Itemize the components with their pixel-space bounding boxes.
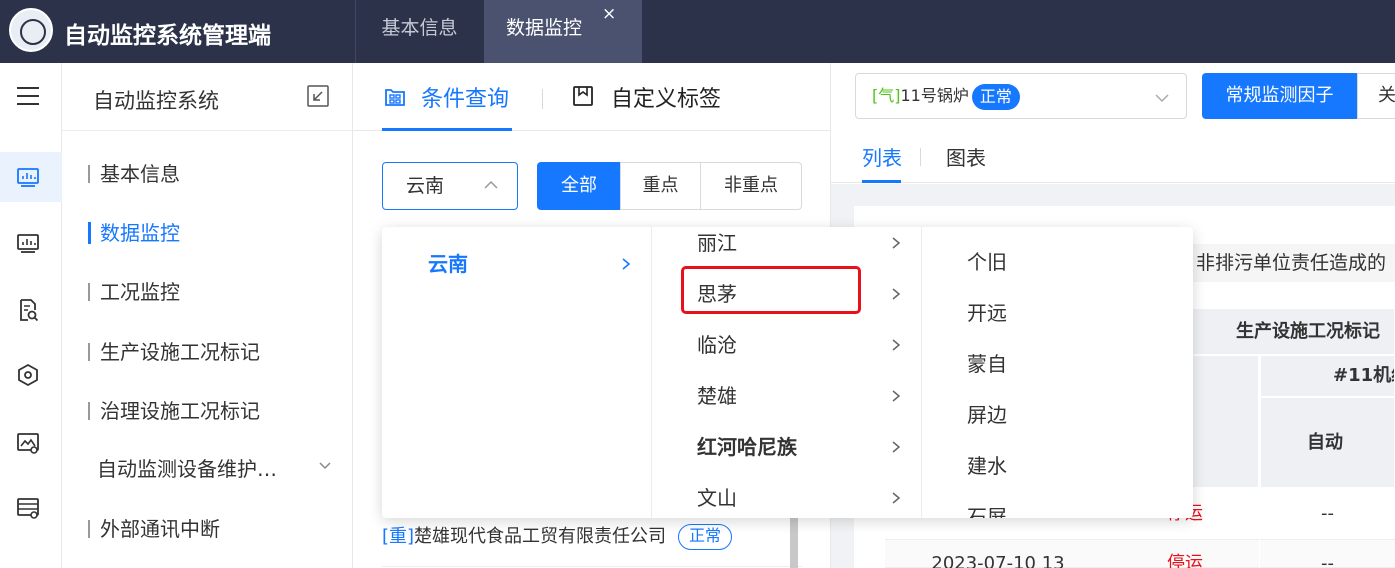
- cascader-option[interactable]: 个旧: [922, 237, 1193, 287]
- tab-data-monitor-label: 数据监控: [506, 17, 583, 39]
- chevron-right-icon: [892, 339, 901, 351]
- cascader-option-label: 文山: [697, 486, 737, 510]
- view-tabs: 列表 图表: [831, 131, 1395, 183]
- cascader-option-label: 楚雄: [697, 384, 737, 408]
- sidebar-item-data-monitor[interactable]: 数据监控: [88, 218, 180, 248]
- sidebar-item-label: 治理设施工况标记: [100, 399, 260, 423]
- cascader-option-label: 临沧: [697, 333, 737, 357]
- list-scrollbar[interactable]: [790, 517, 798, 568]
- sidebar-item-treatment-marking[interactable]: 治理设施工况标记: [88, 396, 260, 426]
- table-header-auto: 自动: [1260, 397, 1395, 488]
- sidebar-item-comm-interruption[interactable]: 外部通讯中断: [88, 514, 220, 544]
- cascader-province-column: 云南: [382, 227, 652, 518]
- menu-toggle-icon[interactable]: [17, 87, 39, 111]
- tab-data-monitor[interactable]: 数据监控: [484, 0, 642, 63]
- chevron-right-icon: [622, 258, 631, 270]
- cascader-option[interactable]: 蒙自: [922, 339, 1193, 389]
- active-tab-underline: [862, 180, 901, 183]
- chevron-right-icon: [892, 390, 901, 402]
- table-cell-value: --: [1260, 540, 1395, 568]
- cascader-option-label: 丽江: [697, 231, 737, 255]
- sidebar-item-label: 数据监控: [100, 221, 180, 245]
- chevron-down-icon[interactable]: [318, 459, 332, 473]
- chevron-right-icon: [892, 237, 901, 249]
- chevron-up-icon: [484, 180, 498, 189]
- collapse-sidebar-icon[interactable]: [306, 84, 330, 108]
- chevron-right-icon: [892, 288, 901, 300]
- sidebar-item-production-marking[interactable]: 生产设施工况标记: [88, 337, 260, 367]
- cascader-option[interactable]: 建水: [922, 441, 1193, 491]
- rail-monitor-screen-icon[interactable]: [0, 152, 62, 202]
- sidebar-title: 自动监控系统: [93, 89, 219, 113]
- notice-text: 非排污单位责任造成的: [1176, 244, 1395, 282]
- table-subgroup-header: #11机组: [1260, 355, 1395, 397]
- company-tag: [重]: [382, 526, 415, 547]
- emission-source-select[interactable]: [气]11号锅炉 正常: [855, 73, 1187, 119]
- sidebar-item-condition-monitor[interactable]: 工况监控: [88, 277, 180, 307]
- tab-custom-tag[interactable]: 自定义标签: [611, 81, 721, 113]
- condition-query-icon: [385, 89, 405, 106]
- emblem-logo: [9, 8, 53, 52]
- table-cell-status: 停运: [1111, 540, 1259, 568]
- icon-rail: [0, 63, 62, 568]
- sidebar-item-basic-info[interactable]: 基本信息: [88, 159, 180, 189]
- sidebar-item-label: 基本信息: [100, 162, 180, 186]
- filter-nonkey-button[interactable]: 非重点: [700, 162, 802, 210]
- cascader-option[interactable]: 开远: [922, 288, 1193, 338]
- sidebar-item-label: 自动监测设备维护…: [97, 457, 277, 481]
- rail-facility-icon[interactable]: [0, 418, 62, 468]
- tab-list[interactable]: 列表: [862, 142, 902, 171]
- sidebar-item-equipment-maintenance[interactable]: 自动监测设备维护…: [88, 454, 277, 484]
- tab-condition-query[interactable]: 条件查询: [421, 81, 509, 113]
- annotation-highlight-box: [681, 266, 861, 314]
- sidebar-header: 自动监控系统: [62, 63, 352, 131]
- region-select[interactable]: 云南: [382, 162, 518, 210]
- regular-factor-button[interactable]: 常规监测因子: [1202, 73, 1357, 119]
- active-tab-underline: [382, 128, 512, 131]
- source-name: 11号锅炉: [900, 86, 969, 105]
- cascader-option-label: 云南: [428, 252, 468, 276]
- chevron-right-icon: [892, 492, 901, 504]
- cascader-county-column: 个旧 开远 蒙自 屏边 建水 石屏: [922, 227, 1193, 518]
- region-select-value: 云南: [406, 175, 445, 197]
- rail-document-search-icon[interactable]: [0, 285, 62, 335]
- filter-all-button[interactable]: 全部: [537, 162, 621, 210]
- rail-hexagon-settings-icon[interactable]: [0, 350, 62, 400]
- chevron-right-icon: [892, 441, 901, 453]
- company-name: 楚雄现代食品工贸有限责任公司: [414, 526, 667, 547]
- tab-close-icon[interactable]: ×: [602, 4, 616, 24]
- cascader-option[interactable]: 楚雄: [652, 371, 921, 421]
- status-badge: 正常: [678, 524, 733, 550]
- source-type-tag: [气]: [872, 86, 901, 105]
- query-tabs: 条件查询 自定义标签: [353, 63, 831, 131]
- cascader-option[interactable]: 文山: [652, 473, 921, 518]
- table-cell-value: --: [1260, 488, 1395, 540]
- tab-basic-info[interactable]: 基本信息: [355, 0, 483, 63]
- cascader-option[interactable]: 石屏: [922, 492, 1193, 518]
- bookmark-icon: [573, 86, 593, 106]
- chevron-down-icon: [1155, 94, 1169, 103]
- app-title: 自动监控系统管理端: [64, 23, 271, 49]
- cascader-option[interactable]: 云南: [382, 239, 651, 289]
- tab-divider: [920, 148, 921, 166]
- sidebar-item-label: 生产设施工况标记: [100, 340, 260, 364]
- tab-divider: [542, 89, 543, 109]
- rail-server-config-icon[interactable]: [0, 483, 62, 533]
- cascader-option[interactable]: 临沧: [652, 320, 921, 370]
- sidebar-item-label: 工况监控: [100, 280, 180, 304]
- top-bar: 自动监控系统管理端 基本信息 数据监控 ×: [0, 0, 1395, 63]
- cascader-option[interactable]: 屏边: [922, 390, 1193, 440]
- tab-chart[interactable]: 图表: [946, 142, 986, 171]
- source-status-badge: 正常: [971, 83, 1020, 110]
- cascader-option[interactable]: 红河哈尼族: [652, 422, 921, 472]
- table-cell-date: 2023-07-10 13: [885, 540, 1111, 568]
- rail-chart-screen-icon[interactable]: [0, 218, 62, 268]
- cascader-option-label: 红河哈尼族: [697, 435, 797, 459]
- sidebar-item-label: 外部通讯中断: [100, 517, 220, 541]
- cascader-option[interactable]: 丽江: [652, 227, 921, 268]
- sidebar: 自动监控系统 基本信息 数据监控 工况监控 生产设施工况标记 治理设施工况标记 …: [62, 63, 353, 568]
- factor-button-2[interactable]: 关: [1357, 73, 1395, 119]
- filter-key-button[interactable]: 重点: [620, 162, 701, 210]
- company-list-item[interactable]: [重]楚雄现代食品工贸有限责任公司 正常: [382, 517, 802, 567]
